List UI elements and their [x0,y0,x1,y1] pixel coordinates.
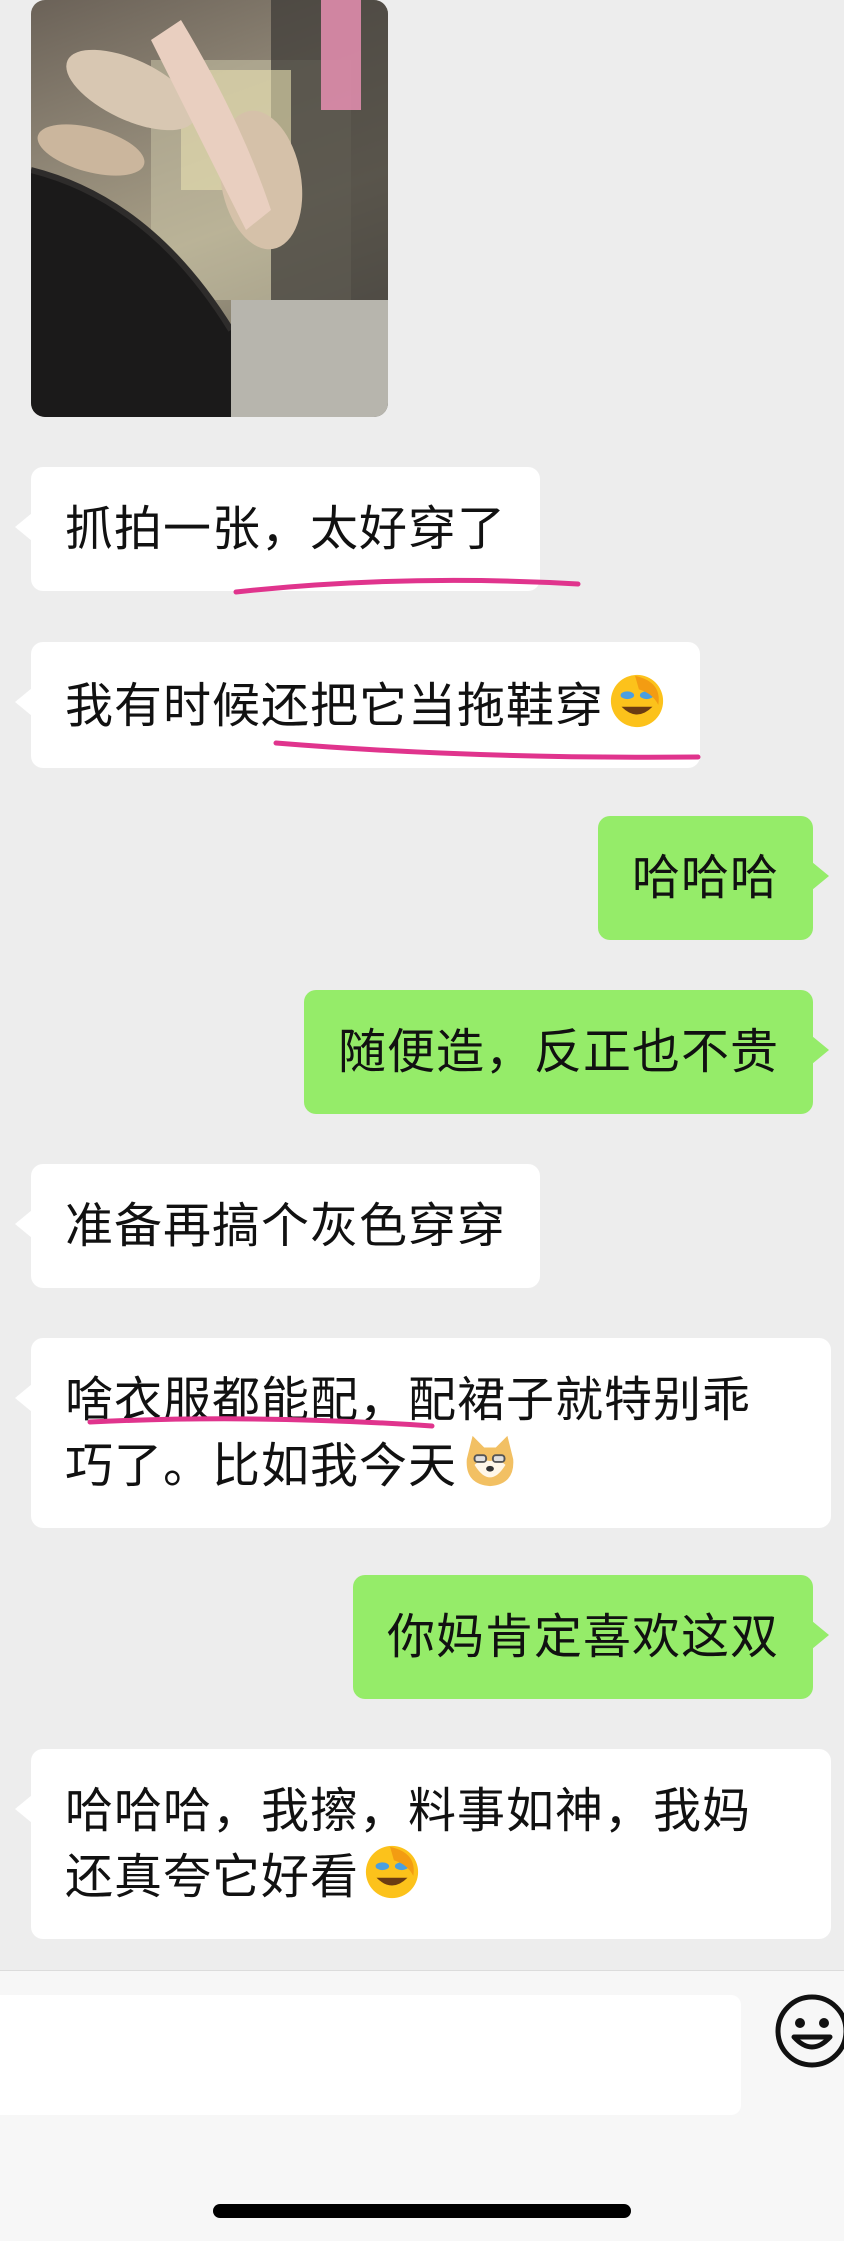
message-text-line: 巧了。比如我今天 [65,1432,797,1498]
message-text-line: 啥衣服都能配，配裙子就特别乖 [65,1372,752,1428]
message-input[interactable] [0,1995,741,2115]
received-message[interactable]: 哈哈哈，我擦，料事如神，我妈 还真夸它好看 [15,1749,831,1939]
received-message[interactable]: 准备再搞个灰色穿穿 [14,1164,541,1288]
home-indicator[interactable] [213,2204,631,2218]
sent-message[interactable]: 随便造，反正也不贵 [303,990,830,1114]
received-message[interactable]: 抓拍一张，太好穿了 [14,467,541,591]
shiba-doge-emoji [466,1435,514,1487]
facepalm-laugh-emoji [365,1845,419,1899]
chat-area: 抓拍一张，太好穿了 我有时候还把它当拖鞋穿 哈哈哈 随便造，反正也不贵 准备再搞… [0,0,844,1970]
message-text: 哈哈哈 [631,850,779,906]
photo-message[interactable] [31,0,388,417]
message-text: 随便造，反正也不贵 [337,1024,779,1080]
message-text: 我有时候还把它当拖鞋穿 [65,678,605,734]
message-text-line: 还真夸它好看 [65,1843,797,1909]
photo-image [31,0,388,417]
message-text: 抓拍一张，太好穿了 [65,501,507,557]
smiley-icon[interactable] [772,1991,844,2071]
message-text: 你妈肯定喜欢这双 [386,1609,779,1665]
sent-message[interactable]: 你妈肯定喜欢这双 [352,1575,830,1699]
input-bar [0,1970,844,2241]
received-message[interactable]: 我有时候还把它当拖鞋穿 [14,642,701,768]
facepalm-laugh-emoji [610,674,664,728]
message-text-line: 哈哈哈，我擦，料事如神，我妈 [65,1783,752,1839]
received-message[interactable]: 啥衣服都能配，配裙子就特别乖 巧了。比如我今天 [15,1338,831,1528]
message-text: 准备再搞个灰色穿穿 [65,1198,507,1254]
sent-message[interactable]: 哈哈哈 [597,816,830,940]
